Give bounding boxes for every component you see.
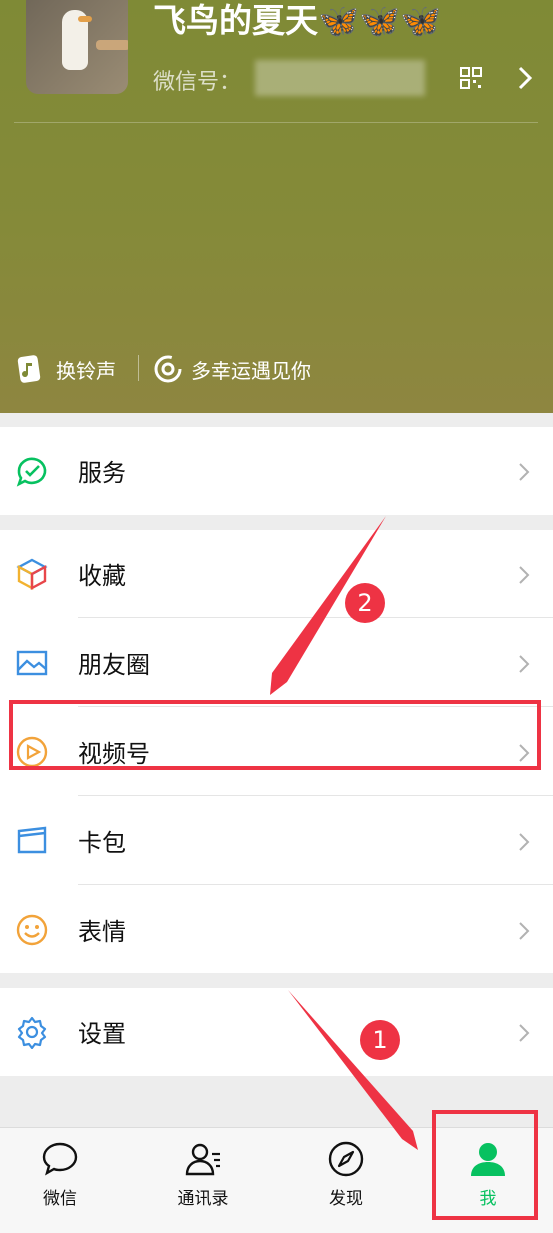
favorites-cube-icon <box>16 558 48 591</box>
card-wallet-icon <box>17 826 47 854</box>
tab-label: 发现 <box>329 1189 363 1209</box>
gear-icon <box>17 1016 47 1049</box>
menu-item-favorites[interactable]: 收藏 <box>0 530 553 618</box>
header-divider <box>14 122 538 123</box>
tab-contacts[interactable]: 通讯录 <box>143 1128 263 1233</box>
qr-code-icon[interactable] <box>459 66 483 90</box>
menu-item-moments[interactable]: 朋友圈 <box>0 619 553 707</box>
status-icon <box>154 355 182 383</box>
profile-header: 飞鸟的夏天🦋🦋🦋 微信号： 换铃声 多幸运遇见你 <box>0 0 553 413</box>
chevron-right-icon[interactable] <box>514 64 536 92</box>
menu-label-moments: 朋友圈 <box>78 651 150 679</box>
highlight-box-me-tab <box>432 1110 538 1220</box>
chat-bubble-icon <box>42 1142 78 1176</box>
tab-chats[interactable]: 微信 <box>0 1128 120 1233</box>
ringtone-label: 换铃声 <box>56 358 116 383</box>
step-badge-1: 1 <box>360 1020 400 1060</box>
row-divider <box>78 617 553 618</box>
menu-item-cards[interactable]: 卡包 <box>0 797 553 885</box>
chevron-right-icon <box>519 833 530 851</box>
menu-item-stickers[interactable]: 表情 <box>0 886 553 974</box>
settings-group: 设置 <box>0 988 553 1076</box>
menu-label-settings: 设置 <box>78 1020 126 1048</box>
menu-label-cards: 卡包 <box>78 829 126 857</box>
service-icon <box>16 457 47 487</box>
menu-item-service[interactable]: 服务 <box>0 427 553 515</box>
service-group: 服务 <box>0 427 553 515</box>
ringtone-icon <box>17 355 41 383</box>
highlight-box-channels <box>9 700 541 770</box>
nickname[interactable]: 飞鸟的夏天🦋🦋🦋 <box>153 0 441 42</box>
avatar-beak <box>78 16 92 22</box>
moments-picture-icon <box>16 650 48 676</box>
row-divider <box>78 884 553 885</box>
contacts-icon <box>185 1143 220 1176</box>
avatar[interactable] <box>26 0 128 94</box>
avatar-stool <box>96 40 128 50</box>
wechat-id-blurred <box>255 60 425 96</box>
ringtone-chip[interactable]: 换铃声 <box>16 352 116 386</box>
tab-label: 微信 <box>43 1189 77 1209</box>
menu-label-favorites: 收藏 <box>78 562 126 590</box>
menu-label-service: 服务 <box>78 459 126 487</box>
chevron-right-icon <box>519 655 530 673</box>
chevron-right-icon <box>519 463 530 481</box>
chip-divider <box>138 355 139 381</box>
chevron-right-icon <box>519 566 530 584</box>
smiley-icon <box>16 914 48 946</box>
step-badge-2: 2 <box>345 583 385 623</box>
compass-icon <box>328 1141 364 1177</box>
wechat-id-label: 微信号： <box>153 70 242 95</box>
chevron-right-icon <box>519 1024 530 1042</box>
menu-label-stickers: 表情 <box>78 918 126 946</box>
status-text: 多幸运遇见你 <box>191 358 311 383</box>
status-chip[interactable]: 多幸运遇见你 <box>153 352 311 386</box>
tab-label: 通讯录 <box>177 1189 229 1209</box>
menu-item-settings[interactable]: 设置 <box>0 988 553 1076</box>
row-divider <box>78 795 553 796</box>
tab-discover[interactable]: 发现 <box>286 1128 406 1233</box>
chevron-right-icon <box>519 922 530 940</box>
